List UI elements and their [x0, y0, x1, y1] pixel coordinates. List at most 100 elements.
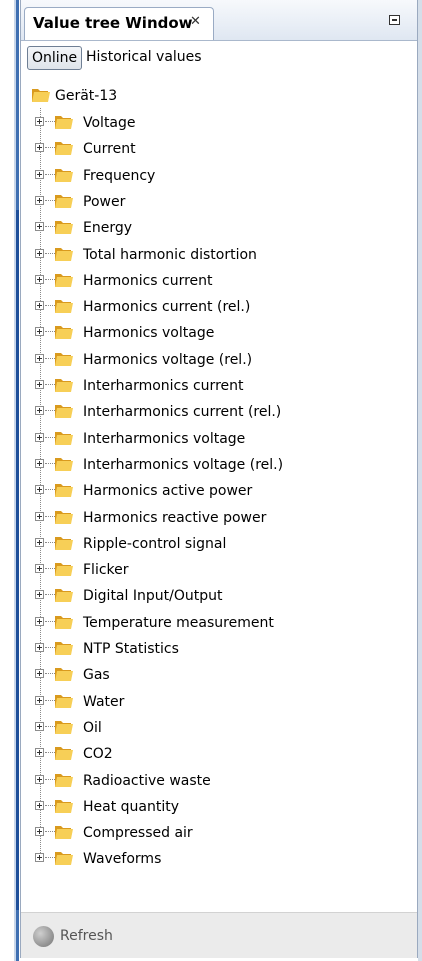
folder-icon [55, 326, 73, 340]
expand-plus-icon[interactable] [35, 853, 44, 863]
expand-plus-icon[interactable] [35, 721, 44, 731]
expand-plus-icon[interactable] [35, 143, 44, 153]
tree-node[interactable]: Water [21, 689, 417, 715]
expand-plus-icon[interactable] [35, 248, 44, 258]
tree-node[interactable]: Interharmonics voltage [21, 426, 417, 452]
tree-node[interactable]: Temperature measurement [21, 610, 417, 636]
tree-node-label: Flicker [83, 562, 129, 579]
tree-node[interactable]: Interharmonics voltage (rel.) [21, 452, 417, 478]
tree-node[interactable]: Compressed air [21, 820, 417, 846]
tree-node-label: Interharmonics voltage [83, 430, 246, 447]
expand-plus-icon[interactable] [35, 800, 44, 810]
folder-icon [55, 852, 73, 866]
expand-plus-icon[interactable] [35, 564, 44, 574]
expand-plus-icon[interactable] [35, 169, 44, 179]
tree-node-label: Power [83, 193, 126, 210]
folder-icon [55, 431, 73, 445]
expand-plus-icon[interactable] [35, 222, 44, 232]
expand-plus-icon[interactable] [35, 432, 44, 442]
expand-plus-icon[interactable] [35, 117, 44, 126]
tree-node[interactable]: Gas [21, 662, 417, 688]
folder-icon [55, 273, 73, 287]
tree-node[interactable]: Current [21, 136, 417, 162]
folder-icon [55, 300, 73, 314]
tree-node-label: Interharmonics voltage (rel.) [83, 456, 284, 473]
tree-node[interactable]: Flicker [21, 557, 417, 583]
tree-node[interactable]: Frequency [21, 163, 417, 189]
folder-icon [55, 247, 73, 261]
folder-icon [55, 352, 73, 366]
panel-header: Value tree Window ✕ [21, 0, 417, 41]
historical-values-button[interactable]: Historical values [84, 46, 204, 70]
expand-plus-icon[interactable] [35, 301, 44, 311]
tree-node[interactable]: Harmonics current [21, 268, 417, 294]
tree-node[interactable]: Harmonics voltage [21, 320, 417, 346]
expand-plus-icon[interactable] [35, 485, 44, 495]
tree-node-label: Harmonics active power [83, 483, 253, 500]
folder-icon [55, 536, 73, 550]
window-frame-right [418, 0, 422, 961]
folder-icon [55, 457, 73, 471]
window-frame-left [0, 0, 20, 961]
expand-plus-icon[interactable] [35, 590, 44, 600]
tree-node[interactable]: Digital Input/Output [21, 583, 417, 609]
tree-node[interactable]: Harmonics active power [21, 478, 417, 504]
expand-plus-icon[interactable] [35, 748, 44, 758]
tree-node[interactable]: Interharmonics current (rel.) [21, 399, 417, 425]
expand-plus-icon[interactable] [35, 827, 44, 837]
tree-node-label: Harmonics reactive power [83, 509, 267, 526]
expand-plus-icon[interactable] [35, 669, 44, 679]
tree-node[interactable]: Heat quantity [21, 794, 417, 820]
expand-plus-icon[interactable] [35, 327, 44, 337]
tree-node-label: Compressed air [83, 825, 193, 842]
tree-node[interactable]: Interharmonics current [21, 373, 417, 399]
expand-plus-icon[interactable] [35, 695, 44, 705]
folder-icon [55, 826, 73, 840]
value-tree-panel: Value tree Window ✕ Online Historical va… [20, 0, 418, 958]
expand-plus-icon[interactable] [35, 274, 44, 284]
online-button[interactable]: Online [27, 46, 83, 70]
tree-node-label: CO2 [83, 746, 113, 763]
tree-node[interactable]: Energy [21, 215, 417, 241]
expand-plus-icon[interactable] [35, 406, 44, 416]
tree-node[interactable]: Waveforms [21, 846, 417, 872]
tree-node[interactable]: Radioactive waste [21, 768, 417, 794]
expand-plus-icon[interactable] [35, 458, 44, 468]
tree-node-label: Interharmonics current (rel.) [83, 404, 282, 421]
tree-node[interactable]: Power [21, 189, 417, 215]
tab-title: Value tree Window [33, 14, 193, 32]
tree-node[interactable]: Harmonics current (rel.) [21, 294, 417, 320]
expand-plus-icon[interactable] [35, 511, 44, 521]
folder-icon [55, 563, 73, 577]
tree-node[interactable]: Ripple-control signal [21, 531, 417, 557]
expand-plus-icon[interactable] [35, 774, 44, 784]
tree-node[interactable]: Oil [21, 715, 417, 741]
tree-node[interactable]: NTP Statistics [21, 636, 417, 662]
panel-footer: Refresh [21, 912, 417, 958]
tree-root-label: Gerät-13 [55, 88, 118, 104]
expand-plus-icon[interactable] [35, 195, 44, 205]
tab-value-tree-window[interactable]: Value tree Window ✕ [24, 7, 214, 40]
minimize-icon[interactable] [389, 15, 400, 25]
folder-icon [32, 89, 50, 102]
folder-icon [55, 116, 73, 129]
refresh-icon [33, 926, 54, 947]
tree-node[interactable]: Harmonics voltage (rel.) [21, 347, 417, 373]
tree-node[interactable]: Total harmonic distortion [21, 242, 417, 268]
expand-plus-icon[interactable] [35, 537, 44, 547]
folder-icon [55, 642, 73, 655]
expand-plus-icon[interactable] [35, 616, 44, 626]
folder-icon [55, 720, 73, 734]
expand-plus-icon[interactable] [35, 380, 44, 389]
folder-icon [55, 589, 73, 603]
folder-icon [55, 694, 73, 708]
tree-node-label: Harmonics current (rel.) [83, 299, 251, 316]
tree-node[interactable]: Voltage [21, 110, 417, 136]
tree-node[interactable]: CO2 [21, 741, 417, 767]
expand-plus-icon[interactable] [35, 353, 44, 363]
tree-node[interactable]: Harmonics reactive power [21, 505, 417, 531]
tree-node-label: Ripple-control signal [83, 535, 227, 552]
expand-plus-icon[interactable] [35, 643, 44, 652]
close-icon[interactable]: ✕ [190, 14, 201, 29]
tree-node-label: NTP Statistics [83, 641, 179, 657]
